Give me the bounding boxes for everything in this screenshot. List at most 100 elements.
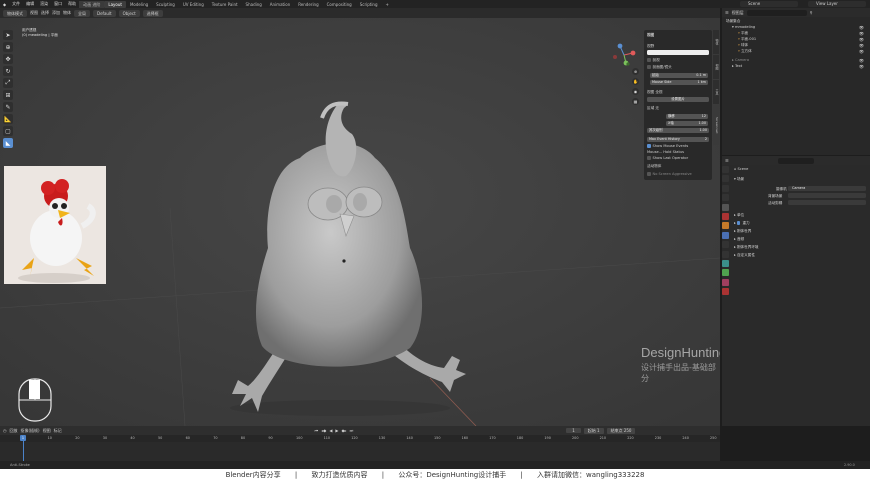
view-layer-selector[interactable]: View Layer — [808, 1, 866, 7]
menu-render[interactable]: 渲染 — [37, 1, 51, 7]
particles-tab-icon[interactable] — [722, 241, 729, 249]
menu-add[interactable]: 添加 — [52, 10, 60, 16]
blender-logo-icon[interactable]: ◆ — [0, 2, 9, 7]
data-tab-icon[interactable] — [722, 269, 729, 277]
tab-current[interactable]: 动画 进阶 — [79, 0, 105, 8]
x-axis-field[interactable]: X轴 1.00 — [666, 121, 708, 126]
show-last-operator-checkbox[interactable]: Show Last Operator — [647, 156, 688, 160]
start-frame-field[interactable]: 起始 1 — [583, 427, 604, 434]
scene-tab-icon[interactable] — [722, 203, 729, 211]
menu-playback[interactable]: 回放 — [10, 428, 18, 434]
menu-file[interactable]: 文件 — [9, 1, 23, 7]
navigation-gizmo[interactable] — [612, 43, 636, 67]
jump-end-icon[interactable]: ⏭ — [350, 428, 354, 433]
camera-view-icon[interactable]: ◉ — [632, 88, 639, 95]
section-scene[interactable]: ▾ 场景 — [734, 176, 744, 182]
jump-start-icon[interactable]: ⏮ — [315, 428, 319, 433]
timeline-body[interactable] — [0, 442, 720, 461]
scale-tool-icon[interactable]: ⤢ — [3, 78, 13, 88]
npanel-tab-tool[interactable]: 工具 — [713, 80, 719, 104]
render-tab-icon[interactable] — [722, 175, 729, 183]
no-screen-checkbox[interactable]: No Screen Aggressive — [647, 172, 692, 176]
bg-scene-field[interactable] — [788, 193, 866, 198]
menu-select[interactable]: 选择 — [41, 10, 49, 16]
world-tab-icon[interactable] — [722, 212, 729, 220]
visibility-eye-icon[interactable]: 👁 — [859, 43, 864, 48]
visibility-eye-icon[interactable]: 👁 — [859, 31, 864, 36]
rotate-tool-icon[interactable]: ↻ — [3, 66, 13, 76]
section-rigidbody-env[interactable]: ▸ 刚体世界环境 — [734, 244, 759, 250]
mode-dropdown[interactable]: 物体模式 — [3, 9, 27, 17]
clip-start-field[interactable]: 起始 0.1 m — [650, 73, 708, 78]
max-history-field[interactable]: Max Event History 2 — [647, 137, 709, 142]
tab-rendering[interactable]: Rendering — [294, 1, 322, 8]
clip-checkbox[interactable]: 剖视 — [647, 58, 660, 63]
object-tab-icon[interactable] — [722, 222, 729, 230]
level-field[interactable]: 其次级别 1.00 — [647, 128, 709, 133]
display-mode-dropdown[interactable]: 视图层 — [732, 10, 744, 16]
active-clip-field[interactable] — [788, 200, 866, 205]
next-key-icon[interactable]: ◆▸ — [341, 428, 346, 433]
menu-window[interactable]: 窗口 — [51, 1, 65, 7]
npanel-tab-view[interactable]: 视图 — [713, 55, 719, 79]
output-tab-icon[interactable] — [722, 184, 729, 192]
tab-texture-paint[interactable]: Texture Paint — [208, 1, 242, 8]
tab-compositing[interactable]: Compositing — [323, 1, 356, 8]
tab-modeling[interactable]: Modeling — [126, 1, 152, 8]
tab-uv-editing[interactable]: UV Editing — [179, 1, 208, 8]
add-cube-tool-icon[interactable]: ▢ — [3, 126, 13, 136]
3d-viewport[interactable]: 物体模式 视图 选择 添加 物体 全局 Default Object 选择框 用… — [0, 8, 720, 426]
annotate-tool-icon[interactable]: ✎ — [3, 102, 13, 112]
play-reverse-icon[interactable]: ◀ — [329, 428, 332, 433]
select-tool-icon[interactable]: ➤ — [3, 30, 13, 40]
menu-view[interactable]: 视图 — [30, 10, 38, 16]
timeline-ruler[interactable]: 0102030405060708090100110120130140150160… — [0, 435, 720, 442]
move-tool-icon[interactable]: ✥ — [3, 54, 13, 64]
section-units[interactable]: ▸ 单位 — [734, 212, 744, 218]
filter-icon[interactable]: ⚲ — [810, 10, 813, 15]
properties-search-input[interactable] — [777, 157, 814, 164]
pivot-default[interactable]: Default — [93, 9, 116, 17]
zoom-icon[interactable]: ⊕ — [632, 68, 639, 75]
material-tab-icon[interactable] — [722, 278, 729, 286]
drag-select[interactable]: 选择框 — [142, 9, 163, 17]
menu-object[interactable]: 物体 — [63, 10, 71, 16]
constraints-tab-icon[interactable] — [722, 259, 729, 267]
set-image-button[interactable]: 设置图片 — [647, 97, 709, 102]
show-mouse-events-checkbox[interactable]: Show Mouse Events — [647, 144, 688, 148]
list-item[interactable]: ▾ mmodeling 👁 — [726, 25, 868, 30]
list-item[interactable]: 场景集合 — [726, 19, 868, 24]
list-item[interactable]: ▸ Camera 👁 — [726, 58, 868, 63]
play-icon[interactable]: ▶ — [335, 428, 338, 433]
tab-shading[interactable]: Shading — [242, 1, 266, 8]
transform-orientation[interactable]: 全局 — [74, 9, 90, 17]
physics-tab-icon[interactable] — [722, 250, 729, 258]
current-frame-field[interactable]: 1 — [566, 428, 581, 433]
menu-help[interactable]: 帮助 — [65, 1, 79, 7]
visibility-eye-icon[interactable]: 👁 — [859, 58, 864, 63]
tab-animation[interactable]: Animation — [266, 1, 294, 8]
visibility-eye-icon[interactable]: 👁 — [859, 64, 864, 69]
measure-tool-icon[interactable]: 📐 — [3, 114, 13, 124]
pan-hand-icon[interactable]: ✋ — [632, 78, 639, 85]
visibility-eye-icon[interactable]: 👁 — [859, 25, 864, 30]
section-gravity[interactable]: ▸ 重力 — [734, 220, 750, 226]
section-rigidbody[interactable]: ▸ 刚体世界 — [734, 228, 751, 234]
outliner-editor-icon[interactable]: ☰ — [725, 10, 729, 15]
snap-object[interactable]: Object — [118, 9, 140, 17]
tool-tab-icon[interactable] — [722, 166, 729, 173]
menu-marker[interactable]: 标记 — [54, 428, 62, 434]
tab-layout[interactable]: Layout — [104, 0, 126, 8]
mouse-hold-row[interactable]: Mouse... Hold Status — [647, 150, 684, 154]
timeline-editor-icon[interactable]: ◷ — [3, 428, 7, 433]
active-tool-icon[interactable]: ◣ — [3, 138, 13, 148]
end-frame-field[interactable]: 结束点 250 — [606, 427, 636, 434]
tab-sculpting[interactable]: Sculpting — [152, 1, 179, 8]
menu-view[interactable]: 视图 — [43, 428, 51, 434]
section-audio[interactable]: ▸ 音频 — [734, 236, 744, 242]
npanel-tab-screencast[interactable]: Screencast — [713, 105, 719, 145]
section-custom-props[interactable]: ▸ 自定义属性 — [734, 252, 755, 258]
perspective-toggle-icon[interactable]: ▦ — [632, 98, 639, 105]
npanel-tab-item[interactable]: 物体 — [713, 30, 719, 54]
list-item[interactable]: ▸ Text 👁 — [726, 64, 868, 69]
